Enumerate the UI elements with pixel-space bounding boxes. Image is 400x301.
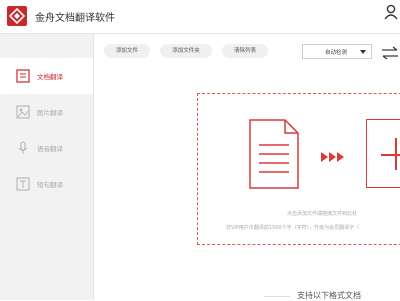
drop-hint-primary: 点击添加文件或拖拽文件到此处	[287, 211, 358, 217]
supported-formats-heading: 支持以下格式文档	[297, 291, 361, 300]
document-icon	[16, 68, 30, 87]
image-icon	[16, 104, 30, 123]
clear-list-button[interactable]: 清除列表	[222, 44, 268, 58]
sidebar-item-voice-translate[interactable]: 语音翻译	[0, 130, 93, 166]
divider	[264, 296, 290, 297]
sidebar-item-label: 短句翻译	[37, 181, 63, 189]
add-file-plus-icon[interactable]	[366, 119, 400, 188]
chevron-down-icon	[360, 50, 366, 54]
arrows-right-icon	[320, 148, 346, 167]
sidebar-item-image-translate[interactable]: 图片翻译	[0, 94, 93, 130]
swap-icon[interactable]	[381, 45, 399, 64]
sidebar-item-label: 文档翻译	[37, 73, 63, 81]
text-icon	[16, 176, 30, 195]
drop-hint-secondary: 非VIP用户仅翻译前1500个字（字符），升级为会员翻译字（	[226, 225, 360, 231]
sidebar-item-document-translate[interactable]: 文档翻译	[0, 58, 93, 94]
add-file-button[interactable]: 添加文件	[104, 44, 150, 58]
file-icon	[249, 119, 299, 193]
title-bar: 金舟文档翻译软件	[0, 0, 400, 34]
app-title: 金舟文档翻译软件	[35, 13, 115, 24]
sidebar-item-label: 语音翻译	[37, 145, 63, 153]
add-folder-button[interactable]: 添加文件夹	[160, 44, 212, 58]
language-select[interactable]: 自动检测	[302, 44, 372, 59]
sidebar-item-sentence-translate[interactable]: 短句翻译	[0, 166, 93, 202]
language-select-value: 自动检测	[325, 50, 348, 56]
microphone-icon	[16, 140, 30, 159]
app-logo-icon	[7, 6, 27, 26]
user-icon[interactable]	[384, 4, 398, 24]
sidebar-item-label: 图片翻译	[37, 109, 63, 117]
sidebar: 文档翻译 图片翻译 语音翻译 短句翻译	[0, 34, 94, 300]
